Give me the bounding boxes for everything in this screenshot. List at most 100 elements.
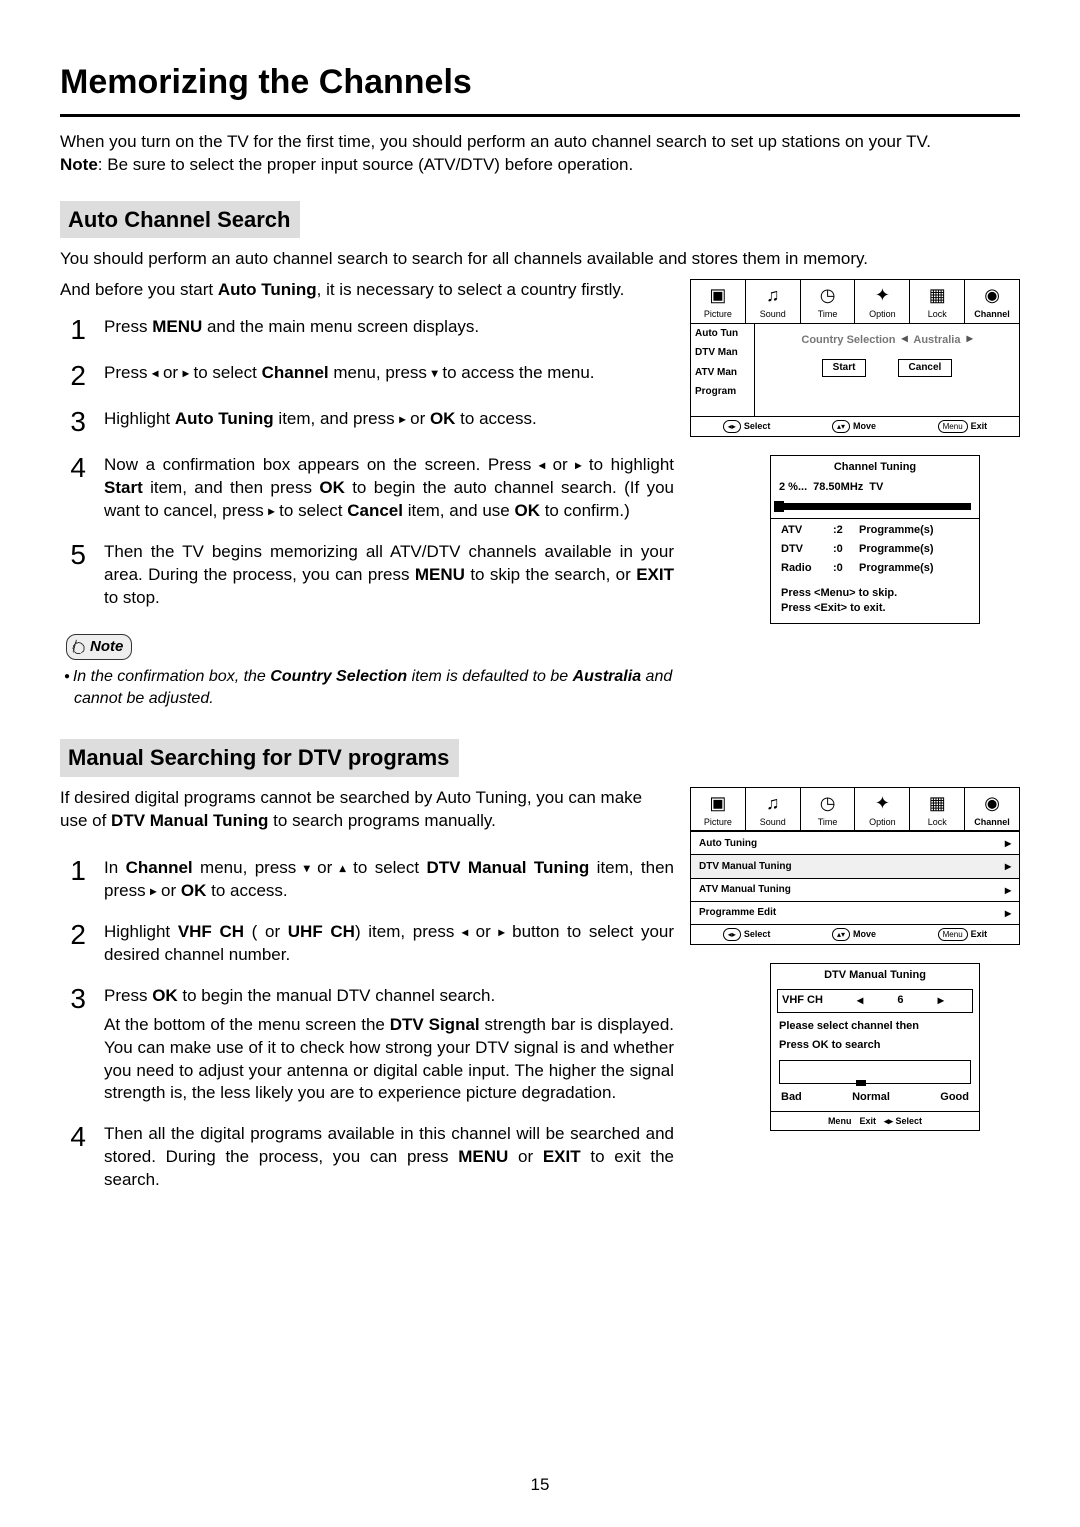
step-body: Then the TV begins memorizing all ATV/DT…	[104, 541, 674, 610]
chevron-right-icon: ▸	[1005, 882, 1011, 898]
sidebar-item[interactable]: DTV Man	[691, 343, 754, 363]
option-icon: ✦	[855, 282, 909, 308]
t: Australia	[573, 668, 641, 685]
osd-hints: ◂▸Select ▴▾Move MenuExit	[691, 416, 1019, 436]
tab-option[interactable]: ✦Option	[855, 280, 910, 322]
progress-bar	[779, 503, 971, 510]
section1-lead1: You should perform an auto channel searc…	[60, 248, 1020, 271]
sidebar-item[interactable]: ATV Man	[691, 363, 754, 383]
tuning-tip-skip: Press <Menu> to skip.	[781, 586, 969, 601]
ch-value: 6	[897, 993, 903, 1008]
step: 4 Then all the digital programs available…	[60, 1123, 674, 1192]
tuning-percent: 2 %...	[779, 480, 807, 495]
sound-icon: ♫	[746, 790, 800, 816]
lr-icon: ◂▸	[723, 420, 741, 433]
scale-good: Good	[940, 1090, 969, 1105]
mtuning-title: DTV Manual Tuning	[771, 964, 979, 987]
sidebar-item[interactable]: Auto Tun	[691, 324, 754, 344]
tab-lock[interactable]: ▦Lock	[910, 280, 965, 322]
tab-picture[interactable]: ▣Picture	[691, 280, 746, 322]
step-body: Press MENU and the main menu screen disp…	[104, 316, 674, 344]
menu-item[interactable]: DTV Manual Tuning▸	[691, 854, 1019, 877]
step: 4Now a confirmation box appears on the s…	[60, 454, 674, 523]
t: item is defaulted to be	[407, 668, 572, 685]
tab-label: Channel	[965, 816, 1019, 830]
osd-hints: ◂▸Select ▴▾Move MenuExit	[691, 924, 1019, 944]
tab-sound[interactable]: ♫Sound	[746, 788, 801, 830]
country-selection-row: Country Selection ◂ Australia ▸	[755, 330, 1019, 348]
menu-pill-icon: Menu	[938, 420, 968, 433]
mtuning-text2: Press OK to search	[771, 1038, 979, 1057]
hint-exit: Exit	[971, 929, 988, 939]
scale-bad: Bad	[781, 1090, 802, 1105]
tuning-tip-exit: Press <Exit> to exit.	[781, 601, 969, 616]
tab-sound[interactable]: ♫Sound	[746, 280, 801, 322]
mtuning-text1: Please select channel then	[771, 1015, 979, 1038]
tab-label: Channel	[965, 308, 1019, 322]
tuning-freq: 78.50MHz	[813, 480, 863, 495]
step-body: In Channel menu, press ▾ or ▴ to select …	[104, 857, 674, 903]
picture-icon: ▣	[691, 790, 745, 816]
step: 3Highlight Auto Tuning item, and press ▸…	[60, 408, 674, 436]
time-icon: ◷	[801, 282, 855, 308]
section-heading-manual-dtv: Manual Searching for DTV programs	[60, 739, 459, 777]
programme-row: DTV:0Programme(s)	[771, 540, 979, 559]
hint-select: Select	[744, 929, 771, 939]
tab-label: Option	[855, 308, 909, 322]
ud-icon: ▴▾	[832, 420, 850, 433]
sound-icon: ♫	[746, 282, 800, 308]
start-button[interactable]: Start	[822, 359, 867, 377]
channel-icon: ◉	[965, 790, 1019, 816]
section-heading-auto-channel-search: Auto Channel Search	[60, 201, 300, 239]
time-icon: ◷	[801, 790, 855, 816]
tuning-title: Channel Tuning	[771, 456, 979, 479]
country-value: Australia	[913, 334, 960, 346]
hint-select: Select	[744, 421, 771, 431]
step-body: Then all the digital programs available …	[104, 1123, 674, 1192]
menu-item[interactable]: Auto Tuning▸	[691, 831, 1019, 854]
step-number: 4	[60, 1123, 86, 1192]
left-arrow-icon: ◂	[902, 331, 908, 345]
programme-row: Radio:0Programme(s)	[771, 559, 979, 578]
tab-picture[interactable]: ▣Picture	[691, 788, 746, 830]
t: Country Selection	[270, 668, 407, 685]
tab-time[interactable]: ◷Time	[801, 280, 856, 322]
right-arrow-icon[interactable]: ▸	[938, 993, 944, 1007]
tab-label: Time	[801, 816, 855, 830]
tab-channel[interactable]: ◉Channel	[965, 280, 1019, 322]
sidebar-item[interactable]: Program	[691, 382, 754, 402]
tab-label: Picture	[691, 816, 745, 830]
tab-label: Lock	[910, 816, 964, 830]
step: 2Press ◂ or ▸ to select Channel menu, pr…	[60, 362, 674, 390]
vhf-ch-row[interactable]: VHF CH ◂ 6 ▸	[777, 989, 973, 1013]
step-body: Press ◂ or ▸ to select Channel menu, pre…	[104, 362, 674, 390]
step-number: 3	[60, 408, 86, 436]
osd-auto-tuning-confirm: ▣Picture♫Sound◷Time✦Option▦Lock◉Channel …	[690, 279, 1020, 436]
tuning-band: TV	[869, 480, 883, 495]
note-pill: Note	[66, 634, 132, 660]
country-label: Country Selection	[801, 334, 895, 346]
osd-channel-tuning-progress: Channel Tuning 2 %... 78.50MHz TV ATV:2P…	[770, 455, 980, 625]
menu-item[interactable]: Programme Edit▸	[691, 901, 1019, 924]
step: 3Press OK to begin the manual DTV channe…	[60, 985, 674, 1106]
tab-option[interactable]: ✦Option	[855, 788, 910, 830]
tab-channel[interactable]: ◉Channel	[965, 788, 1019, 830]
menu-item[interactable]: ATV Manual Tuning▸	[691, 878, 1019, 901]
t: And before you start	[60, 280, 218, 299]
step-number: 4	[60, 454, 86, 523]
hint-move: Move	[853, 929, 876, 939]
step-number: 3	[60, 985, 86, 1106]
ch-label: VHF CH	[782, 993, 823, 1008]
hint-select: Select	[896, 1116, 923, 1126]
picture-icon: ▣	[691, 282, 745, 308]
cancel-button[interactable]: Cancel	[898, 359, 953, 377]
tab-label: Sound	[746, 308, 800, 322]
programme-row: ATV:2Programme(s)	[771, 521, 979, 540]
signal-strength-bar	[779, 1060, 971, 1084]
step: 1In Channel menu, press ▾ or ▴ to select…	[60, 857, 674, 903]
tab-lock[interactable]: ▦Lock	[910, 788, 965, 830]
t: Auto Tuning	[218, 280, 317, 299]
tab-time[interactable]: ◷Time	[801, 788, 856, 830]
left-arrow-icon[interactable]: ◂	[857, 993, 863, 1007]
step-body: Highlight VHF CH ( or UHF CH) item, pres…	[104, 921, 674, 967]
